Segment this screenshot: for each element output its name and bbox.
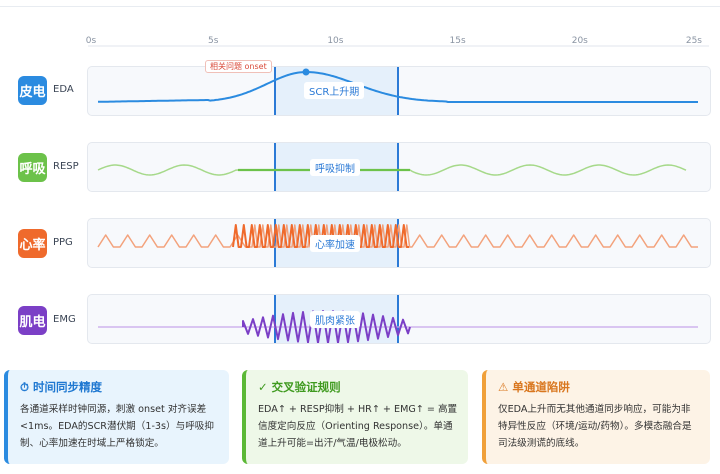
card-trap: ⚠ 单通道陷阱 仅EDA上升而无其他通道同步响应，可能为非特异性反应（环境/运动… [482, 370, 710, 464]
check-icon: ✓ [258, 380, 268, 394]
resp-icon: 呼吸 [18, 153, 47, 182]
emg-waveform [98, 310, 698, 343]
time-tick-label: 25s [686, 36, 702, 46]
eda-signal-line [98, 71, 698, 103]
time-tick-label: 15s [450, 36, 466, 46]
resp-label: RESP [53, 161, 79, 172]
time-tick-label: 10s [327, 36, 343, 46]
time-tick-label: 0s [86, 36, 97, 46]
emg-label: EMG [53, 314, 76, 325]
card-cross-body: EDA↑ + RESP抑制 + HR↑ + EMG↑ = 高置信度定向反应（Or… [258, 404, 458, 449]
card-cross-title: ✓ 交叉验证规则 [258, 379, 458, 395]
card-trap-body: 仅EDA上升而无其他通道同步响应，可能为非特异性反应（环境/运动/药物）。多模态… [498, 404, 692, 449]
ppg-icon: 心率 [18, 229, 47, 258]
card-sync-title: ⏱ 时间同步精度 [20, 379, 219, 395]
resp-highlight-label: 呼吸抑制 [310, 159, 360, 176]
eda-highlight-label: SCR上升期 [304, 82, 365, 99]
resp-waveform [97, 164, 687, 176]
emg-icon: 肌电 [18, 306, 47, 335]
card-sync: ⏱ 时间同步精度 各通道采样时钟同源，刺激 onset 对齐误差<1ms。EDA… [4, 370, 229, 464]
card-sync-title-text: 时间同步精度 [33, 380, 102, 394]
time-axis: 0s 5s 10s 15s 20s 25s [86, 36, 709, 47]
time-tick-label: 5s [208, 36, 219, 46]
card-trap-title: ⚠ 单通道陷阱 [498, 379, 700, 395]
resp-panel: 呼吸抑制 [87, 142, 711, 192]
card-cross: ✓ 交叉验证规则 EDA↑ + RESP抑制 + HR↑ + EMG↑ = 高置… [242, 370, 468, 464]
time-tick-label: 20s [572, 36, 588, 46]
eda-onset-tag: 相关问题 onset [205, 60, 272, 73]
stopwatch-icon: ⏱ [20, 380, 29, 394]
eda-icon: 皮电 [18, 76, 47, 105]
card-trap-title-text: 单通道陷阱 [512, 380, 570, 394]
ppg-label: PPG [53, 237, 73, 248]
card-cross-title-text: 交叉验证规则 [271, 380, 341, 394]
eda-panel: SCR上升期 [87, 66, 711, 116]
card-sync-body: 各通道采样时钟同源，刺激 onset 对齐误差<1ms。EDA的SCR潜伏期（1… [20, 404, 214, 449]
eda-label: EDA [53, 84, 74, 95]
emg-highlight-label: 肌肉紧张 [310, 311, 360, 328]
warning-icon: ⚠ [498, 380, 509, 394]
eda-waveform [98, 68, 698, 103]
emg-panel: 肌肉紧张 [87, 294, 711, 344]
eda-peak-marker [302, 68, 310, 76]
ppg-highlight-label: 心率加速 [310, 235, 360, 252]
ppg-panel: 心率加速 [87, 218, 711, 268]
ppg-waveform [97, 224, 698, 248]
